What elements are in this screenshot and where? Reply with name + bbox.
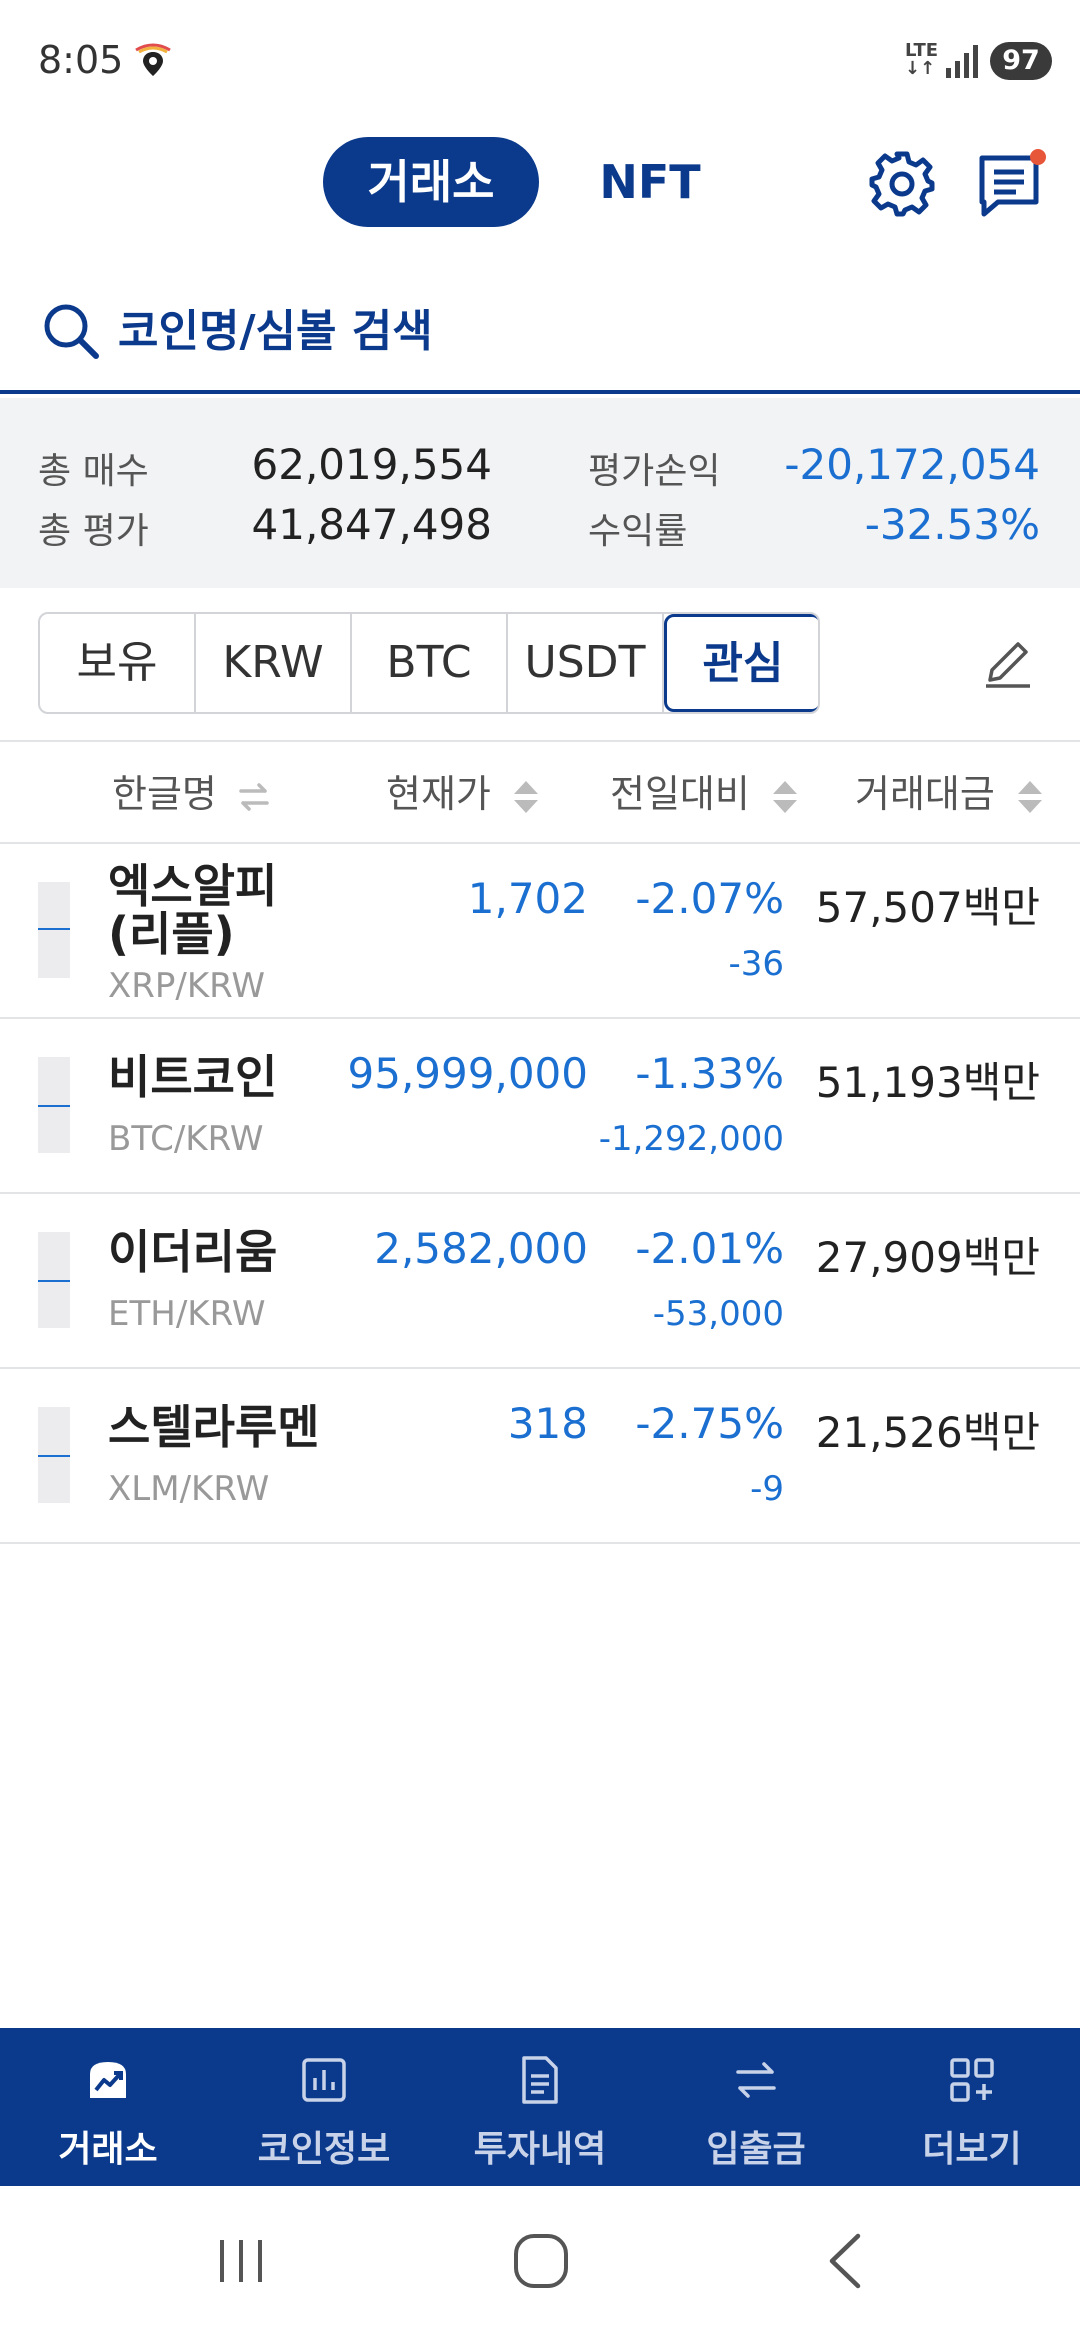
col-name-label: 한글명 [112, 772, 217, 816]
search-icon [44, 304, 99, 359]
coin-change-abs: -1,292,000 [598, 1119, 784, 1159]
chart-icon [302, 2058, 346, 2102]
coin-name: 스텔라루멘 [108, 1400, 320, 1454]
coin-name: 비트코인 [108, 1050, 278, 1104]
tab-krw[interactable]: KRW [196, 614, 352, 712]
mini-candle-chart [38, 1232, 70, 1328]
tab-exchange[interactable]: 거래소 [323, 137, 539, 227]
nav-exchange[interactable]: 거래소 [0, 2028, 216, 2186]
swap-icon [239, 782, 269, 811]
search-input[interactable]: 코인명/심볼 검색 [118, 302, 433, 362]
return-label: 수익률 [588, 511, 688, 552]
coin-pair: BTC/KRW [108, 1119, 264, 1159]
market-tabs: 보유 KRW BTC USDT 관심 [38, 612, 820, 714]
col-volume-label: 거래대금 [855, 772, 995, 816]
sort-arrows-icon [772, 780, 797, 813]
coin-change-abs: -9 [750, 1469, 784, 1509]
coin-name: 엑스알피 [108, 859, 278, 913]
nav-label: 코인정보 [257, 2129, 391, 2170]
total-buy-label: 총 매수 [38, 451, 149, 492]
notification-dot [1030, 149, 1046, 165]
col-price-sort[interactable]: 현재가 [386, 770, 541, 818]
coin-row-xrp[interactable]: 엑스알피 (리플) XRP/KRW 1,702 -2.07% -36 57,50… [0, 844, 1080, 1019]
mini-candle-chart [38, 1057, 70, 1153]
total-eval-label: 총 평가 [38, 511, 149, 552]
bottom-nav: 거래소 코인정보 투자내역 입출금 더보기 [0, 2028, 1080, 2186]
document-icon [522, 2056, 558, 2104]
recent-apps-icon[interactable] [206, 2226, 276, 2296]
lte-indicator: LTE ↓↑ [905, 40, 939, 79]
portfolio-summary: 총 매수 62,019,554 총 평가 41,847,498 평가손익 -20… [0, 398, 1080, 588]
nav-label: 투자내역 [473, 2129, 607, 2170]
exchange-icon [90, 2062, 126, 2098]
col-price-label: 현재가 [386, 772, 491, 816]
coin-change-pct: -1.33% [635, 1049, 784, 1098]
coin-volume: 27,909백만 [815, 1233, 1040, 1282]
total-buy-value: 62,019,554 [251, 440, 492, 489]
tab-watchlist[interactable]: 관심 [664, 614, 818, 712]
coin-change-pct: -2.01% [635, 1224, 784, 1273]
col-volume-sort[interactable]: 거래대금 [855, 770, 1045, 818]
map-pin-app-icon [135, 43, 171, 76]
mini-candle-chart [38, 882, 70, 978]
more-grid-icon [950, 2058, 994, 2102]
edit-pencil-icon[interactable] [980, 636, 1036, 692]
nav-label: 더보기 [922, 2129, 1022, 2170]
sort-arrows-icon [513, 780, 538, 813]
coin-name-sub: (리플) [108, 907, 235, 961]
coin-change-abs: -36 [728, 944, 784, 984]
tab-usdt[interactable]: USDT [508, 614, 664, 712]
coin-name: 이더리움 [108, 1225, 278, 1279]
coin-row-xlm[interactable]: 스텔라루멘 XLM/KRW 318 -2.75% -9 21,526백만 [0, 1369, 1080, 1544]
col-name-sort[interactable]: 한글명 [112, 770, 271, 818]
coin-price: 2,582,000 [374, 1224, 588, 1273]
nav-investment-history[interactable]: 투자내역 [432, 2028, 648, 2186]
sort-arrows-icon [1017, 780, 1042, 813]
message-icon[interactable] [978, 146, 1048, 220]
coin-change-abs: -53,000 [652, 1294, 784, 1334]
coin-pair: XLM/KRW [108, 1469, 270, 1509]
coin-pair: ETH/KRW [108, 1294, 266, 1334]
coin-price: 95,999,000 [347, 1049, 588, 1098]
gear-icon[interactable] [866, 148, 938, 220]
nav-deposit-withdraw[interactable]: 입출금 [648, 2028, 864, 2186]
return-value: -32.53% [864, 500, 1040, 549]
tab-nft[interactable]: NFT [580, 137, 720, 227]
coin-change-pct: -2.07% [635, 874, 784, 923]
coin-volume: 51,193백만 [815, 1058, 1040, 1107]
mini-candle-chart [38, 1407, 70, 1503]
coin-price: 1,702 [467, 874, 588, 923]
nav-more[interactable]: 더보기 [864, 2028, 1080, 2186]
home-icon[interactable] [506, 2226, 576, 2296]
pnl-label: 평가손익 [588, 451, 721, 492]
coin-price: 318 [507, 1399, 588, 1448]
col-change-label: 전일대비 [610, 772, 750, 816]
coin-volume: 21,526백만 [815, 1408, 1040, 1457]
status-time: 8:05 [38, 38, 124, 82]
coin-pair: XRP/KRW [108, 966, 266, 1006]
nav-label: 입출금 [706, 2129, 806, 2170]
coin-row-btc[interactable]: 비트코인 BTC/KRW 95,999,000 -1.33% -1,292,00… [0, 1019, 1080, 1194]
nav-label: 거래소 [58, 2129, 158, 2170]
system-nav-bar [0, 2186, 1080, 2340]
nav-coin-info[interactable]: 코인정보 [216, 2028, 432, 2186]
status-bar: 8:05 LTE ↓↑ 97 [0, 0, 1080, 120]
search-bar[interactable]: 코인명/심볼 검색 [0, 280, 1080, 394]
back-icon[interactable] [812, 2226, 882, 2296]
coin-row-eth[interactable]: 이더리움 ETH/KRW 2,582,000 -2.01% -53,000 27… [0, 1194, 1080, 1369]
battery-indicator: 97 [990, 42, 1052, 80]
transfer-icon [736, 2062, 776, 2098]
coin-volume: 57,507백만 [815, 883, 1040, 932]
pnl-value: -20,172,054 [784, 440, 1040, 489]
col-change-sort[interactable]: 전일대비 [610, 770, 800, 818]
column-header: 한글명 현재가 전일대비 거래대금 [0, 740, 1080, 844]
signal-icon [946, 45, 978, 78]
tab-holdings[interactable]: 보유 [40, 614, 196, 712]
coin-change-pct: -2.75% [635, 1399, 784, 1448]
tab-btc[interactable]: BTC [352, 614, 508, 712]
total-eval-value: 41,847,498 [251, 500, 492, 549]
